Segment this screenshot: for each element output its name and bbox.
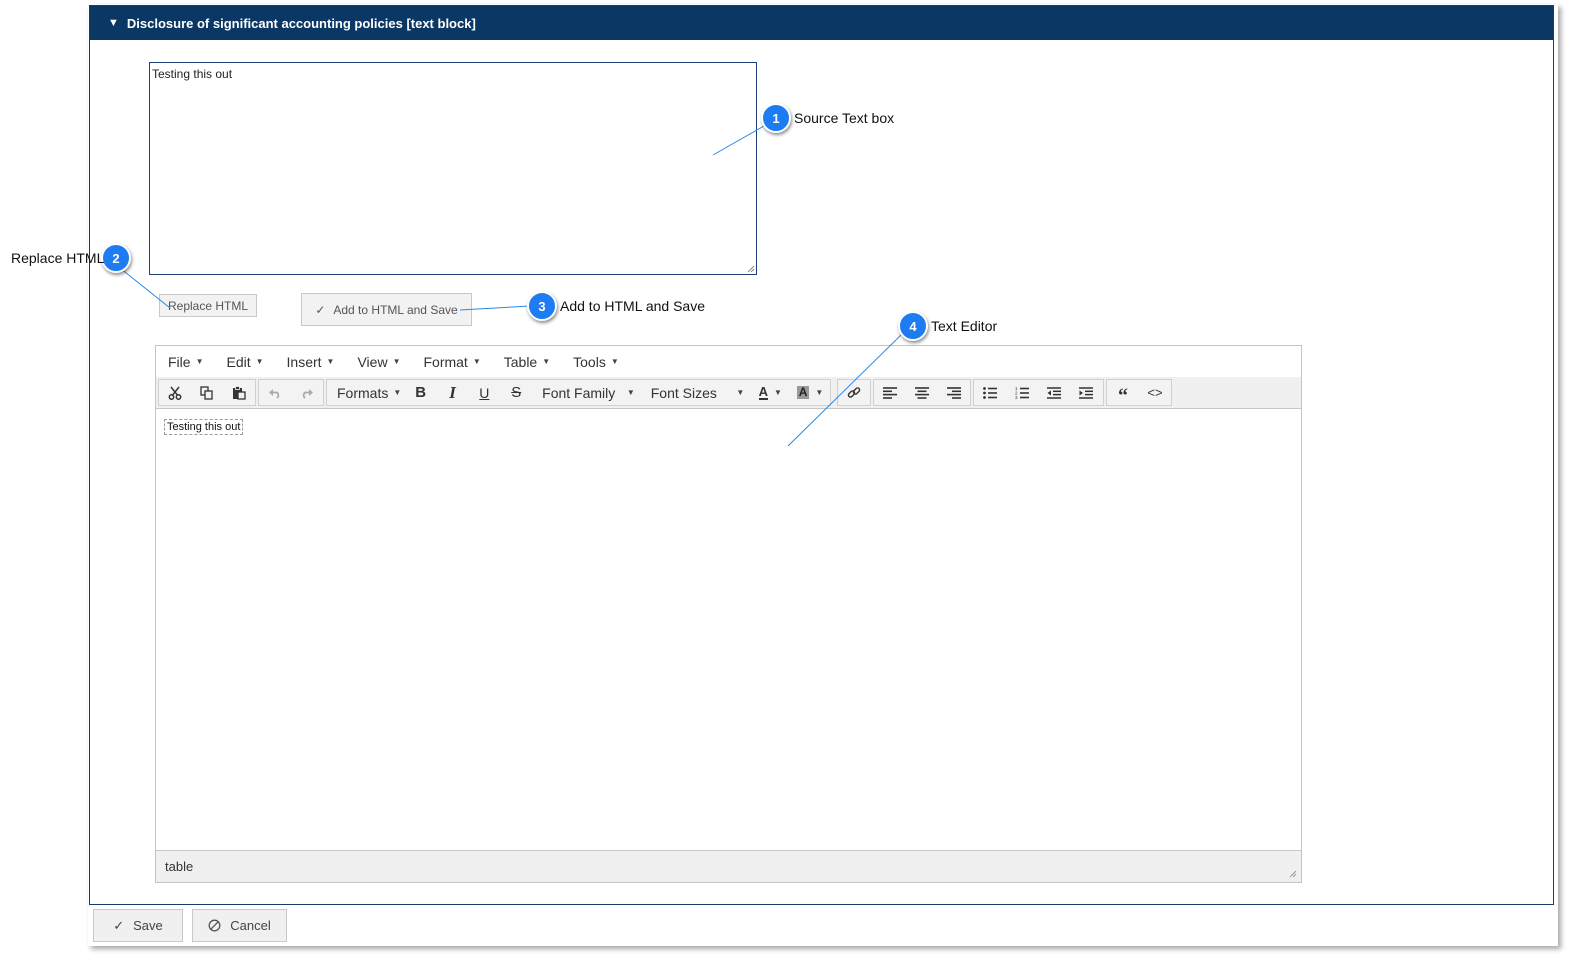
callout-badge-1: 1 — [761, 103, 791, 133]
callout-label-text-editor: Text Editor — [931, 318, 998, 334]
callout-label-source-text-box: Source Text box — [794, 110, 895, 126]
callout-badge-2: 2 — [101, 243, 131, 273]
callout-badge-3: 3 — [527, 291, 557, 321]
callout-label-replace-html: Replace HTML — [11, 250, 105, 266]
callout-badge-4: 4 — [898, 311, 928, 341]
callout-lines — [119, 125, 903, 447]
callout-label-add-to-html-save: Add to HTML and Save — [560, 298, 706, 314]
